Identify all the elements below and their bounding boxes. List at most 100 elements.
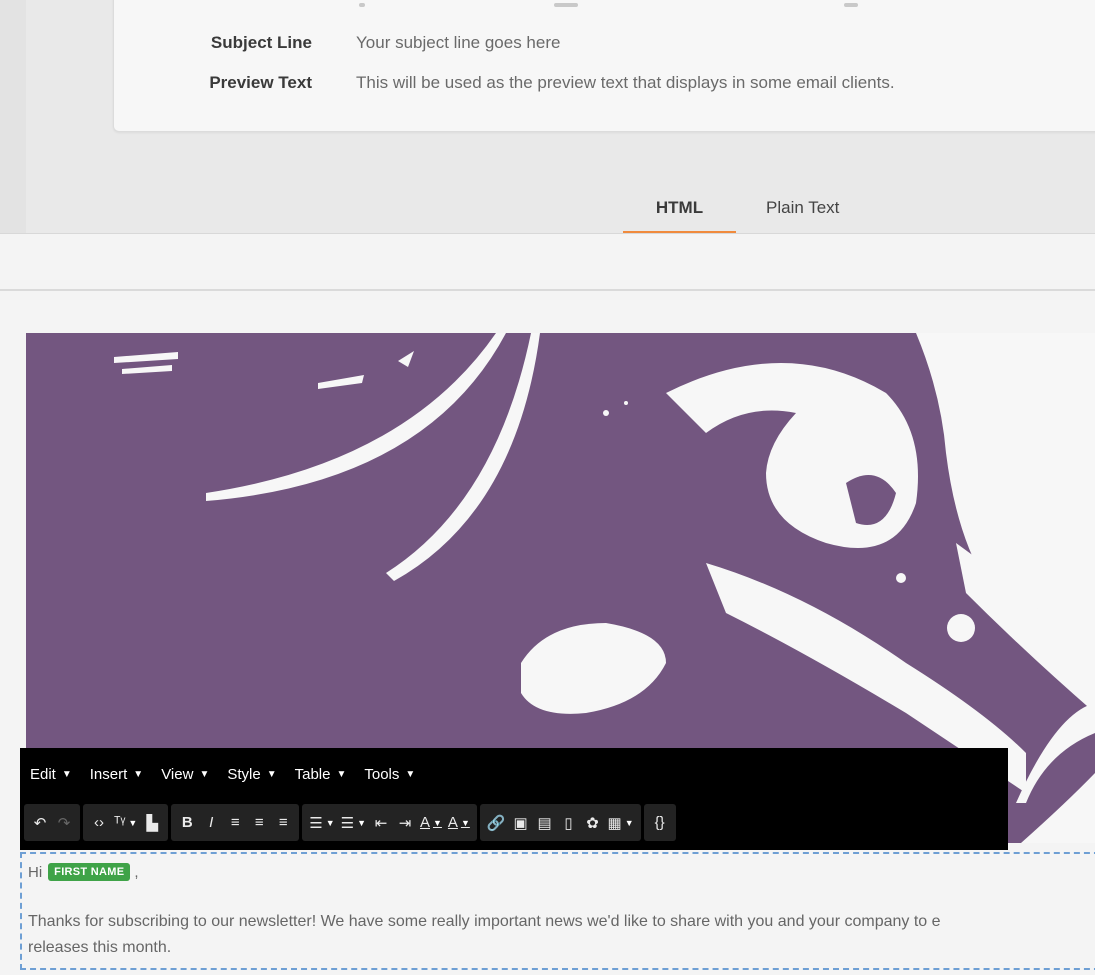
body-line: Thanks for subscribing to our newsletter… (28, 913, 941, 930)
body-paragraph: Thanks for subscribing to our newsletter… (28, 909, 1095, 961)
outdent-icon[interactable]: ⇤ (369, 804, 393, 841)
email-settings-area: Subject Line Your subject line goes here… (0, 0, 1095, 234)
menu-tools[interactable]: Tools ▼ (364, 766, 415, 783)
hero-shape (398, 351, 414, 367)
hero-shape (624, 401, 628, 405)
hero-shape (114, 352, 178, 363)
code-group: {} (643, 804, 676, 841)
hero-shape (1016, 703, 1095, 843)
text-color-icon[interactable]: A ▼ (417, 804, 445, 841)
hero-shape (1010, 617, 1022, 629)
link-icon[interactable]: 🔗 (484, 804, 509, 841)
body-line: releases this month. (28, 939, 172, 956)
insert-group: 🔗 ▣ ▤ ▯ ✿ ▦ ▼ (479, 804, 641, 841)
hero-shape (947, 614, 975, 642)
subject-line-label: Subject Line (210, 33, 312, 52)
caret-down-icon: ▼ (128, 817, 138, 828)
menu-view[interactable]: View ▼ (161, 766, 209, 783)
caret-down-icon: ▼ (199, 768, 210, 780)
page-icon[interactable]: ▯ (557, 804, 581, 841)
left-gutter (0, 0, 26, 234)
editor-tool-row: ↶ ↷ ‹› ᵀᵞ ▼ ▙ B I ≡ ≡ ≡ ☰ ▼ ☰ ▼ ⇤ ⇥ A ▼ A ▼ 🔗… (24, 804, 679, 841)
editor-menu-bar: Edit ▼ Insert ▼ View ▼ Style ▼ Table ▼ Tools ▼ (20, 762, 423, 786)
source-code-icon[interactable]: ‹› (87, 804, 111, 841)
text-color-glyph: A (419, 814, 430, 831)
section-divider (0, 289, 1095, 291)
undo-icon[interactable]: ↶ (28, 804, 52, 841)
find-icon[interactable]: ▙ (140, 804, 164, 841)
preview-text-input[interactable]: This will be used as the preview text th… (356, 73, 895, 93)
editor-toolbar: Edit ▼ Insert ▼ View ▼ Style ▼ Table ▼ Tools ▼… (20, 748, 1008, 850)
hero-shape (386, 333, 540, 581)
numbered-list-icon[interactable]: ☰ ▼ (338, 804, 369, 841)
subject-line-input[interactable]: Your subject line goes here (356, 33, 560, 53)
list-group: ☰ ▼ ☰ ▼ ⇤ ⇥ A ▼ A ▼ (302, 804, 477, 841)
tab-html[interactable]: HTML (623, 198, 736, 233)
email-settings-card: Subject Line Your subject line goes here… (113, 0, 1095, 132)
hero-shape (1031, 638, 1041, 648)
hero-shape (206, 333, 506, 501)
menu-view-label: View (161, 765, 194, 783)
hero-shape (1071, 628, 1081, 638)
table-icon[interactable]: ▦ ▼ (605, 804, 637, 841)
menu-edit[interactable]: Edit ▼ (30, 766, 72, 783)
hero-shape (521, 623, 666, 714)
emoticon-icon[interactable]: ✿ (581, 804, 605, 841)
image-icon[interactable]: ▣ (509, 804, 533, 841)
first-name-merge-tag[interactable]: FIRST NAME (48, 863, 131, 881)
caret-down-icon: ▼ (325, 817, 335, 828)
menu-style[interactable]: Style ▼ (227, 766, 276, 783)
menu-insert[interactable]: Insert ▼ (90, 766, 143, 783)
history-group: ↶ ↷ (24, 804, 80, 841)
bold-icon[interactable]: B (175, 804, 199, 841)
code-icon[interactable]: {} (648, 804, 672, 841)
spellcheck-icon[interactable]: ᵀᵞ ▼ (111, 804, 140, 841)
caret-down-icon: ▼ (357, 817, 366, 828)
menu-style-label: Style (227, 765, 261, 783)
greeting-line: Hi FIRST NAME , (28, 863, 139, 881)
background-color-glyph: A (447, 814, 458, 831)
clipped-text-fragment (554, 3, 578, 7)
caret-down-icon: ▼ (61, 768, 72, 780)
hero-shape (318, 375, 364, 389)
menu-table-label: Table (294, 765, 331, 783)
italic-icon[interactable]: I (199, 804, 223, 841)
format-group: B I ≡ ≡ ≡ (171, 804, 300, 841)
preview-text-label: Preview Text (209, 73, 312, 92)
clipped-text-fragment (844, 3, 858, 7)
clipped-text-fragment (359, 3, 365, 7)
greeting-prefix: Hi (28, 863, 43, 881)
subject-line-row: Subject Line Your subject line goes here (114, 33, 1095, 57)
menu-tools-label: Tools (364, 765, 400, 783)
hero-shape (603, 410, 609, 416)
table-glyph: ▦ (607, 814, 622, 832)
background-color-icon[interactable]: A ▼ (445, 804, 473, 841)
hero-shape (896, 573, 906, 583)
align-center-icon[interactable]: ≡ (247, 804, 271, 841)
redo-icon[interactable]: ↷ (52, 804, 76, 841)
menu-table[interactable]: Table ▼ (295, 766, 347, 783)
align-right-icon[interactable]: ≡ (271, 804, 295, 841)
numbered-list-glyph: ☰ (340, 814, 355, 832)
indent-icon[interactable]: ⇥ (393, 804, 417, 841)
caret-down-icon: ▼ (624, 817, 634, 828)
media-icon[interactable]: ▤ (533, 804, 557, 841)
caret-down-icon: ▼ (460, 817, 470, 828)
bullet-list-icon[interactable]: ☰ ▼ (306, 804, 337, 841)
tab-plain-text[interactable]: Plain Text (766, 198, 839, 218)
editable-content-area[interactable]: Hi FIRST NAME , Thanks for subscribing t… (20, 852, 1095, 970)
caret-down-icon: ▼ (433, 817, 442, 828)
bullet-list-glyph: ☰ (309, 814, 323, 832)
hero-shape (1049, 656, 1063, 670)
menu-edit-label: Edit (30, 765, 56, 783)
caret-down-icon: ▼ (133, 768, 144, 780)
tab-divider (0, 233, 1095, 234)
caret-down-icon: ▼ (336, 768, 347, 780)
align-left-icon[interactable]: ≡ (223, 804, 247, 841)
greeting-suffix: , (134, 863, 139, 881)
caret-down-icon: ▼ (266, 768, 277, 780)
caret-down-icon: ▼ (405, 768, 416, 780)
hero-shape (122, 365, 172, 374)
preview-text-row: Preview Text This will be used as the pr… (114, 73, 1095, 97)
menu-insert-label: Insert (89, 765, 128, 783)
